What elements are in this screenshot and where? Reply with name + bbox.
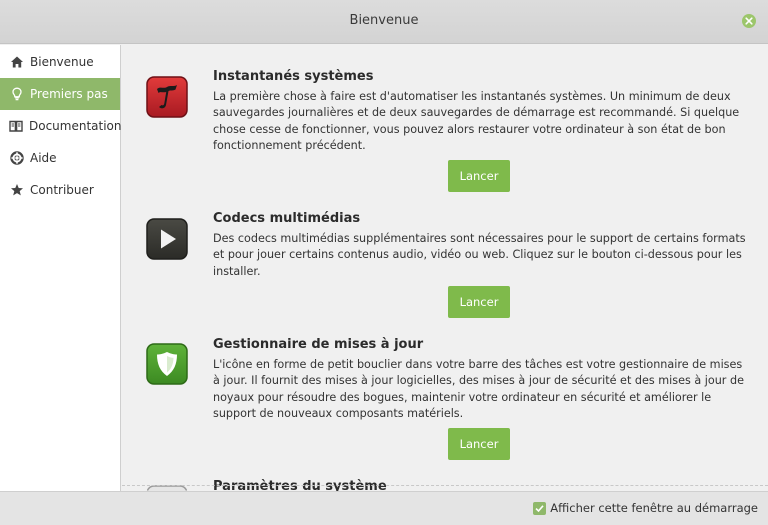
- footer-bar: Afficher cette fenêtre au démarrage: [0, 491, 768, 525]
- close-icon: [745, 17, 753, 25]
- sidebar-item-aide[interactable]: Aide: [0, 142, 120, 174]
- main-content[interactable]: Instantanés systèmes La première chose à…: [122, 45, 768, 491]
- sidebar-item-label: Aide: [30, 151, 57, 165]
- window-title: Bienvenue: [349, 13, 419, 28]
- timeshift-icon: [146, 76, 188, 118]
- sidebar-item-label: Documentation: [29, 119, 122, 133]
- checkbox-label: Afficher cette fenêtre au démarrage: [550, 501, 758, 515]
- sidebar-item-premiers-pas[interactable]: Premiers pas: [0, 78, 120, 110]
- close-button[interactable]: [742, 14, 756, 28]
- sidebar-item-label: Bienvenue: [30, 55, 94, 69]
- section-title: Codecs multimédias: [213, 211, 361, 226]
- play-icon: [146, 218, 188, 260]
- sidebar-item-contribuer[interactable]: Contribuer: [0, 174, 120, 206]
- section-title: Gestionnaire de mises à jour: [213, 337, 424, 352]
- launch-button[interactable]: Lancer: [448, 428, 510, 460]
- home-icon: [9, 55, 24, 70]
- launch-button[interactable]: Lancer: [448, 286, 510, 318]
- section-description: Des codecs multimédias supplémentaires s…: [213, 232, 746, 278]
- checkmark-icon: [535, 504, 544, 512]
- sidebar-item-label: Contribuer: [30, 183, 94, 197]
- sidebar-item-label: Premiers pas: [30, 87, 108, 101]
- sidebar-item-documentation[interactable]: Documentation: [0, 110, 122, 142]
- sidebar-item-bienvenue[interactable]: Bienvenue: [0, 46, 120, 78]
- star-icon: [9, 183, 24, 198]
- section-title: Instantanés systèmes: [213, 69, 374, 84]
- section-description: La première chose à faire est d'automati…: [213, 90, 740, 152]
- title-bar[interactable]: Bienvenue: [0, 0, 768, 44]
- lifebuoy-icon: [9, 151, 24, 166]
- shield-icon: [146, 343, 188, 385]
- book-icon: [9, 119, 23, 134]
- launch-button[interactable]: Lancer: [448, 160, 510, 192]
- sidebar: Bienvenue Premiers pas Documentation Aid…: [0, 45, 122, 491]
- show-at-startup-checkbox[interactable]: Afficher cette fenêtre au démarrage: [533, 501, 758, 515]
- lightbulb-icon: [9, 87, 24, 102]
- checkbox-checked[interactable]: [533, 501, 547, 515]
- welcome-window: Bienvenue Bienvenue Premiers pas Documen…: [0, 0, 768, 525]
- section-description: L'icône en forme de petit bouclier dans …: [213, 358, 744, 420]
